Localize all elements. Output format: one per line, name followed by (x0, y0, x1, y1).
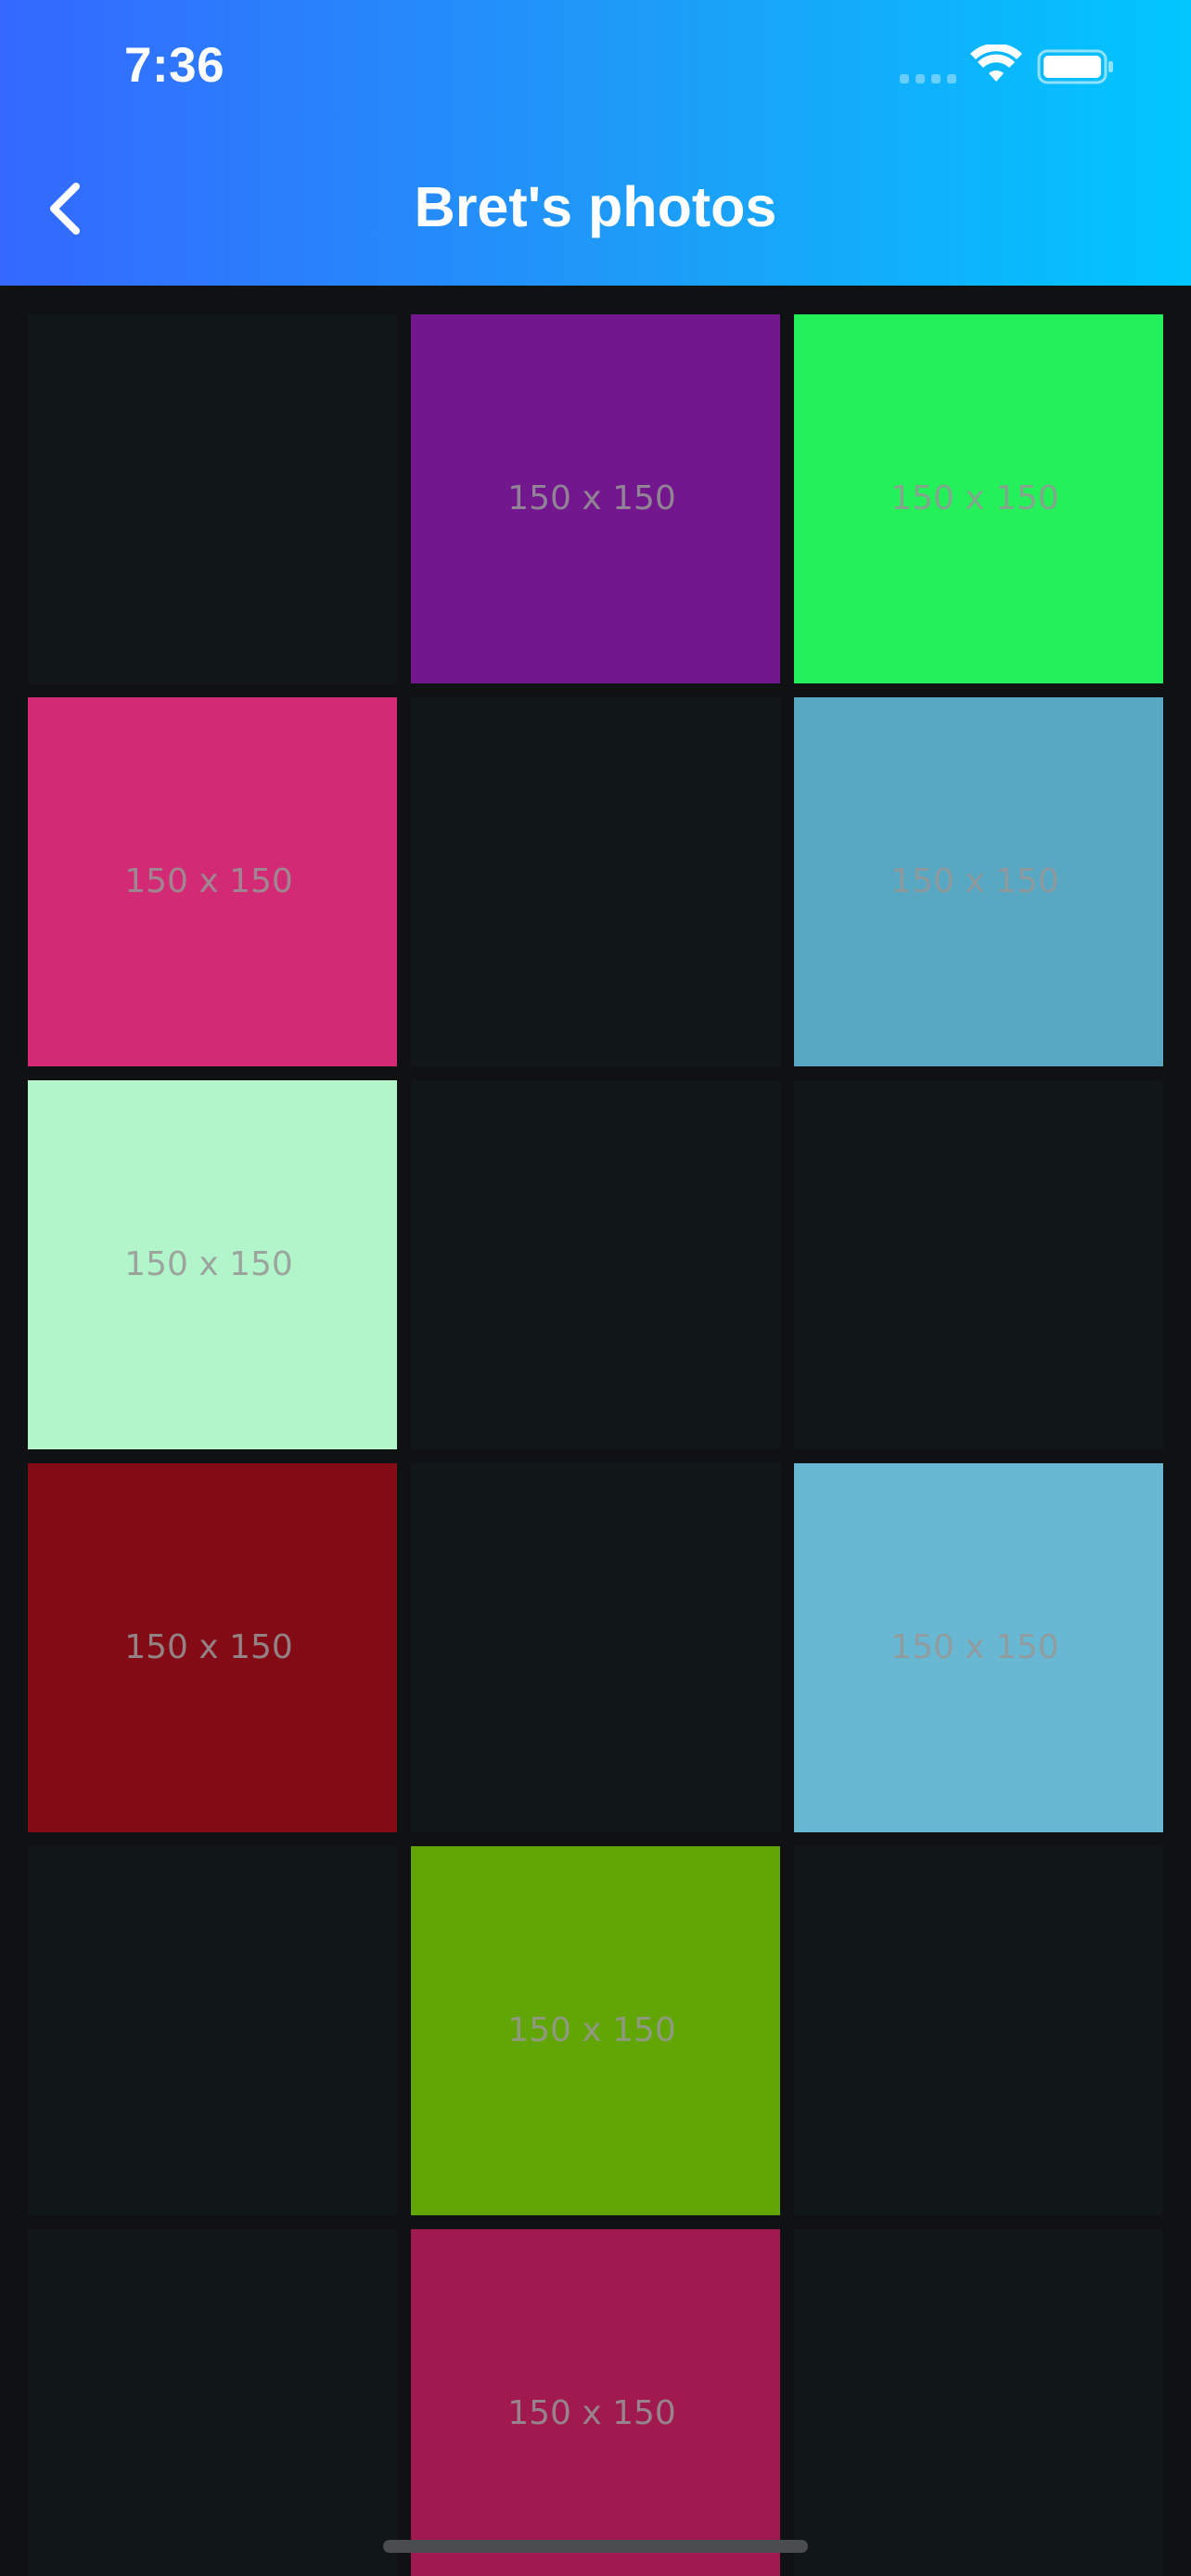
photo-tile[interactable]: 150 x 150 (411, 2229, 780, 2576)
photo-tile[interactable] (411, 697, 780, 1066)
photo-tile[interactable] (411, 1463, 780, 1832)
photo-tile[interactable] (794, 1846, 1163, 2215)
photo-tile[interactable]: 150 x 150 (411, 314, 780, 683)
photo-size-label: 150 x 150 (507, 2393, 676, 2432)
wifi-icon (970, 45, 1022, 82)
photo-tile[interactable]: 150 x 150 (794, 1463, 1163, 1832)
photo-tile[interactable] (794, 1080, 1163, 1449)
photo-size-label: 150 x 150 (507, 478, 676, 517)
photo-tile[interactable] (794, 2229, 1163, 2576)
photo-size-label: 150 x 150 (890, 1627, 1059, 1666)
page-title: Bret's photos (414, 175, 777, 238)
photo-tile[interactable] (28, 314, 397, 683)
home-indicator[interactable] (383, 2540, 808, 2553)
photo-size-label: 150 x 150 (890, 478, 1059, 517)
photo-tile[interactable]: 150 x 150 (794, 314, 1163, 683)
photo-tile[interactable]: 150 x 150 (28, 1463, 397, 1832)
photo-size-label: 150 x 150 (507, 2010, 676, 2049)
photos-screen: 7:36 Bret's photos 150 x 150 150 x 150 150… (0, 0, 1191, 2576)
app-header: 7:36 Bret's photos (0, 0, 1191, 286)
status-time: 7:36 (124, 38, 225, 93)
photo-grid: 150 x 150 150 x 150 150 x 150 150 x 150 150 … (28, 314, 1163, 2576)
cellular-signal-icon (900, 74, 957, 85)
photo-tile[interactable] (28, 2229, 397, 2576)
photo-tile[interactable]: 150 x 150 (28, 1080, 397, 1449)
photo-tile[interactable] (411, 1080, 780, 1449)
photo-tile[interactable]: 150 x 150 (411, 1846, 780, 2215)
photo-size-label: 150 x 150 (890, 861, 1059, 900)
photo-size-label: 150 x 150 (124, 1627, 293, 1666)
photo-tile[interactable]: 150 x 150 (28, 697, 397, 1066)
photo-tile[interactable] (28, 1846, 397, 2215)
battery-icon (1037, 49, 1113, 84)
photo-tile[interactable]: 150 x 150 (794, 697, 1163, 1066)
photo-size-label: 150 x 150 (124, 861, 293, 900)
photo-size-label: 150 x 150 (124, 1244, 293, 1283)
